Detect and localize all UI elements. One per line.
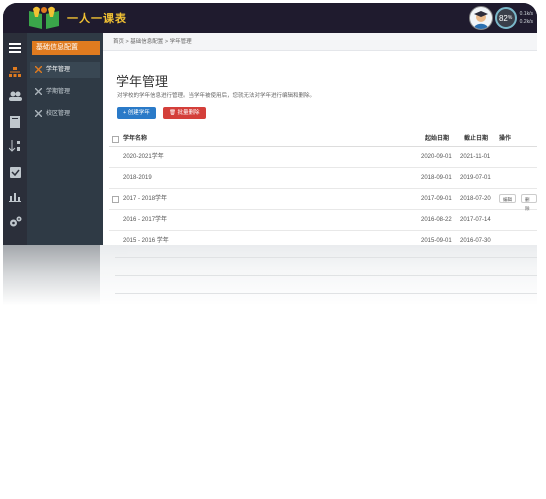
start-date: 2016-08-22 <box>421 217 452 223</box>
app-window: 一人一课表 82% 0.1k/s 0.2k/s 基础信息配置 学年管理 学期管理… <box>3 3 537 245</box>
sidebar: 基础信息配置 学年管理 学期管理 校区管理 <box>27 33 103 245</box>
table-row[interactable]: 2018-2019 2018-09-01 2019-07-01 <box>109 168 537 189</box>
page-description: 对学校的学年信息进行管理。当学年被使用后，您就无法对学年进行编辑和删除。 <box>117 93 316 99</box>
sort-icon[interactable] <box>8 139 22 153</box>
delete-button[interactable]: 删除 <box>521 194 537 211</box>
reflection-line <box>115 257 537 258</box>
users-icon[interactable] <box>8 89 22 103</box>
breadcrumb-current: 学年管理 <box>169 39 192 45</box>
select-all-checkbox[interactable] <box>112 136 119 143</box>
sidebar-item-label: 校区管理 <box>46 111 71 117</box>
start-date: 2017-09-01 <box>421 196 452 202</box>
end-date: 2016-07-30 <box>460 238 491 244</box>
top-bar: 一人一课表 82% 0.1k/s 0.2k/s <box>3 3 537 33</box>
end-date: 2019-07-01 <box>460 175 491 181</box>
reflection-line <box>115 275 537 276</box>
breadcrumb-separator: > <box>125 39 129 45</box>
col-start[interactable]: 起始日期 <box>425 133 449 146</box>
create-year-label: 创建学年 <box>127 110 150 116</box>
col-name[interactable]: 学年名称 <box>123 133 147 146</box>
end-date: 2021-11-01 <box>460 154 491 160</box>
usage-gauge: 82% <box>494 7 517 29</box>
plus-icon: + <box>123 110 127 116</box>
book-icon[interactable] <box>8 115 22 129</box>
create-year-button[interactable]: + 创建学年 <box>117 107 156 119</box>
gears-icon[interactable] <box>8 215 22 229</box>
usage-percent-sign: % <box>507 15 513 21</box>
logo[interactable]: 一人一课表 <box>25 5 127 31</box>
table-header: 学年名称 起始日期 截止日期 操作 <box>109 133 537 147</box>
menu-icon[interactable] <box>8 41 22 55</box>
edit-button[interactable]: 编辑 <box>499 194 516 203</box>
top-right-area: 82% 0.1k/s 0.2k/s <box>468 5 533 31</box>
sidebar-header: 基础信息配置 <box>32 41 100 55</box>
net-up: 0.1k/s <box>519 11 533 17</box>
tools-icon <box>35 66 42 73</box>
end-date: 2017-07-14 <box>460 217 491 223</box>
row-checkbox[interactable] <box>112 196 119 203</box>
breadcrumb-config[interactable]: 基础信息配置 <box>130 39 163 45</box>
end-date: 2018-07-20 <box>460 196 491 202</box>
usage-percent: 82 <box>498 13 508 23</box>
breadcrumb: 首页 > 基础信息配置 > 学年管理 <box>103 33 537 51</box>
logo-text: 一人一课表 <box>67 13 127 25</box>
year-name: 2016 - 2017学年 <box>123 217 168 223</box>
year-name: 2018-2019 <box>123 175 152 181</box>
table-row[interactable]: 2016 - 2017学年 2016-08-22 2017-07-14 <box>109 210 537 231</box>
reflection-line <box>115 293 537 294</box>
user-avatar[interactable] <box>468 6 493 30</box>
window-reflection <box>3 245 537 305</box>
icon-nav <box>3 33 27 245</box>
start-date: 2015-09-01 <box>421 238 452 244</box>
trash-icon: 🗑︎ <box>169 110 176 116</box>
breadcrumb-home[interactable]: 首页 <box>113 39 124 45</box>
checkbox-icon[interactable] <box>8 165 22 179</box>
batch-delete-label: 批量删除 <box>177 110 200 116</box>
tools-icon <box>35 88 42 95</box>
graduate-icon <box>473 11 488 29</box>
sidebar-item-label: 学年管理 <box>46 67 71 73</box>
sidebar-item-campus[interactable]: 校区管理 <box>30 106 100 122</box>
year-name: 2020-2021学年 <box>123 154 164 160</box>
net-down: 0.2k/s <box>519 19 533 25</box>
tools-icon <box>35 110 42 117</box>
sidebar-item-academic-year[interactable]: 学年管理 <box>30 62 100 78</box>
bar-chart-icon[interactable] <box>8 189 22 203</box>
logo-book-icon <box>25 5 63 31</box>
table-row[interactable]: 2020-2021学年 2020-09-01 2021-11-01 <box>109 147 537 168</box>
sidebar-item-label: 学期管理 <box>46 89 71 95</box>
start-date: 2020-09-01 <box>421 154 452 160</box>
year-name: 2015 - 2016 学年 <box>123 238 169 244</box>
table-row[interactable]: 2015 - 2016 学年 2015-09-01 2016-07-30 <box>109 231 537 245</box>
table-row[interactable]: 2017 - 2018学年 2017-09-01 2018-07-20 编辑 删… <box>109 189 537 211</box>
reflection-sidebar <box>3 245 100 305</box>
col-end[interactable]: 截止日期 <box>464 133 488 146</box>
sidebar-item-semester[interactable]: 学期管理 <box>30 84 100 100</box>
start-date: 2018-09-01 <box>421 175 452 181</box>
breadcrumb-separator: > <box>164 39 169 45</box>
col-ops: 操作 <box>499 136 512 142</box>
page-title: 学年管理 <box>116 74 169 89</box>
org-chart-icon[interactable] <box>8 65 22 79</box>
main-content: 首页 > 基础信息配置 > 学年管理 学年管理 对学校的学年信息进行管理。当学年… <box>103 33 537 245</box>
network-speed: 0.1k/s 0.2k/s <box>520 10 533 26</box>
year-name: 2017 - 2018学年 <box>123 196 168 202</box>
batch-delete-button[interactable]: 🗑︎ 批量删除 <box>163 107 206 119</box>
